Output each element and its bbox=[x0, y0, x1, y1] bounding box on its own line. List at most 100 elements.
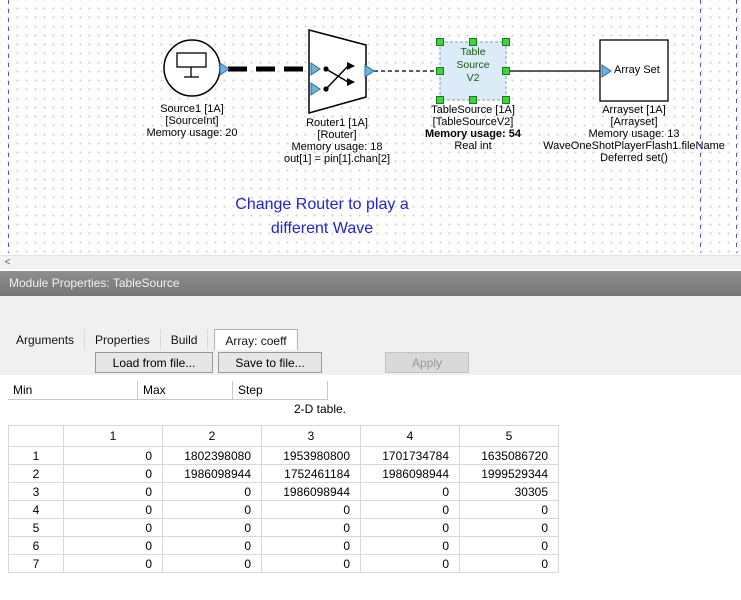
canvas-hscrollbar[interactable]: < bbox=[0, 255, 741, 269]
grid-cell[interactable]: 1986098944 bbox=[361, 465, 460, 483]
grid-row: 6 0 0 0 0 0 bbox=[9, 537, 559, 555]
coeff-grid[interactable]: 1 2 3 4 5 1 0 1802398080 1953980800 1701… bbox=[8, 425, 559, 573]
source-output-pin[interactable] bbox=[220, 63, 229, 75]
canvas-annotation[interactable]: Change Router to play a different Wave bbox=[235, 193, 408, 241]
router-module[interactable] bbox=[309, 30, 374, 113]
module-properties-header: Module Properties: TableSource bbox=[0, 271, 741, 296]
grid-cell[interactable]: 0 bbox=[163, 537, 262, 555]
grid-cell[interactable]: 0 bbox=[361, 537, 460, 555]
grid-col-header[interactable]: 4 bbox=[361, 426, 460, 447]
tablesource-block-label[interactable]: Table Source V2 bbox=[456, 46, 489, 85]
grid-cell[interactable]: 0 bbox=[262, 537, 361, 555]
grid-cell[interactable]: 0 bbox=[163, 555, 262, 573]
design-canvas[interactable]: Table Source V2 Array Set Source1 [1A] [… bbox=[0, 0, 741, 255]
grid-cell[interactable]: 0 bbox=[262, 501, 361, 519]
caption-line: [Router] bbox=[284, 129, 390, 141]
grid-row-header[interactable]: 2 bbox=[9, 465, 64, 483]
selection-handle[interactable] bbox=[437, 68, 444, 75]
router-output-pin[interactable] bbox=[365, 65, 374, 77]
grid-cell[interactable]: 0 bbox=[163, 501, 262, 519]
grid-cell[interactable]: 0 bbox=[361, 483, 460, 501]
caption-line: TableSource [1A] bbox=[425, 104, 521, 116]
grid-col-header[interactable]: 1 bbox=[64, 426, 163, 447]
source-icon-rect bbox=[177, 53, 206, 67]
grid-cell[interactable]: 0 bbox=[64, 519, 163, 537]
grid-cell[interactable]: 0 bbox=[460, 501, 559, 519]
selection-handle[interactable] bbox=[503, 97, 510, 104]
apply-button[interactable]: Apply bbox=[385, 352, 469, 373]
grid-cell[interactable]: 0 bbox=[163, 483, 262, 501]
source-module[interactable] bbox=[164, 40, 229, 96]
grid-cell[interactable]: 0 bbox=[262, 519, 361, 537]
page-boundary-guide bbox=[700, 0, 701, 253]
grid-row-header[interactable]: 3 bbox=[9, 483, 64, 501]
arrayset-block-label[interactable]: Array Set bbox=[614, 64, 660, 76]
grid-corner-cell bbox=[9, 426, 64, 447]
grid-row: 7 0 0 0 0 0 bbox=[9, 555, 559, 573]
caption-line: [TableSourceV2] bbox=[425, 116, 521, 128]
grid-cell[interactable]: 1986098944 bbox=[262, 483, 361, 501]
source-body[interactable] bbox=[164, 40, 220, 96]
grid-cell[interactable]: 1953980800 bbox=[262, 447, 361, 465]
grid-cell[interactable]: 0 bbox=[262, 555, 361, 573]
grid-row-header[interactable]: 7 bbox=[9, 555, 64, 573]
grid-cell[interactable]: 0 bbox=[460, 537, 559, 555]
table-caption: 2-D table. bbox=[294, 402, 346, 416]
grid-cell[interactable]: 0 bbox=[163, 519, 262, 537]
caption-line: Memory usage: 18 bbox=[284, 141, 390, 153]
grid-row: 2 0 1986098944 1752461184 1986098944 199… bbox=[9, 465, 559, 483]
grid-row-header[interactable]: 5 bbox=[9, 519, 64, 537]
grid-cell[interactable]: 0 bbox=[460, 519, 559, 537]
selection-handle[interactable] bbox=[470, 97, 477, 104]
load-from-file-button[interactable]: Load from file... bbox=[95, 352, 213, 373]
tab-properties[interactable]: Properties bbox=[85, 329, 161, 350]
grid-cell[interactable]: 1635086720 bbox=[460, 447, 559, 465]
grid-cell[interactable]: 0 bbox=[64, 465, 163, 483]
grid-cell[interactable]: 0 bbox=[361, 501, 460, 519]
grid-col-header[interactable]: 5 bbox=[460, 426, 559, 447]
grid-cell[interactable]: 0 bbox=[64, 501, 163, 519]
scroll-left-button[interactable]: < bbox=[0, 256, 15, 269]
grid-cell[interactable]: 0 bbox=[64, 537, 163, 555]
grid-header-row: 1 2 3 4 5 bbox=[9, 426, 559, 447]
caption-line: WaveOneShotPlayerFlash1.fileName bbox=[543, 140, 725, 152]
grid-cell[interactable]: 1986098944 bbox=[163, 465, 262, 483]
grid-cell[interactable]: 1752461184 bbox=[262, 465, 361, 483]
tab-arguments[interactable]: Arguments bbox=[6, 329, 85, 350]
selection-handle[interactable] bbox=[503, 39, 510, 46]
annotation-line: Change Router to play a bbox=[235, 193, 408, 217]
caption-line: Arrayset [1A] bbox=[543, 104, 725, 116]
selection-handle[interactable] bbox=[470, 39, 477, 46]
grid-col-header[interactable]: 3 bbox=[262, 426, 361, 447]
grid-row-header[interactable]: 6 bbox=[9, 537, 64, 555]
grid-cell[interactable]: 1999529344 bbox=[460, 465, 559, 483]
grid-cell[interactable]: 1802398080 bbox=[163, 447, 262, 465]
tab-array-coeff[interactable]: Array: coeff bbox=[214, 329, 297, 350]
grid-row-header[interactable]: 4 bbox=[9, 501, 64, 519]
block-label-line: Table bbox=[456, 46, 489, 59]
selection-handle[interactable] bbox=[437, 97, 444, 104]
block-label-line: V2 bbox=[456, 72, 489, 85]
grid-cell[interactable]: 1701734784 bbox=[361, 447, 460, 465]
selection-handle[interactable] bbox=[503, 68, 510, 75]
grid-row: 5 0 0 0 0 0 bbox=[9, 519, 559, 537]
module-properties-panel: Arguments Properties Build Array: coeff … bbox=[0, 296, 741, 375]
grid-cell[interactable]: 0 bbox=[460, 555, 559, 573]
annotation-line: different Wave bbox=[235, 217, 408, 241]
router-body[interactable] bbox=[309, 30, 366, 113]
grid-cell[interactable]: 0 bbox=[64, 447, 163, 465]
grid-cell[interactable]: 0 bbox=[361, 519, 460, 537]
caption-line: [SourceInt] bbox=[146, 115, 237, 127]
tab-build[interactable]: Build bbox=[161, 329, 209, 350]
caption-line: Memory usage: 13 bbox=[543, 128, 725, 140]
grid-col-header[interactable]: 2 bbox=[163, 426, 262, 447]
grid-row-header[interactable]: 1 bbox=[9, 447, 64, 465]
arrayset-caption: Arrayset [1A] [Arrayset] Memory usage: 1… bbox=[543, 104, 725, 164]
save-to-file-button[interactable]: Save to file... bbox=[218, 352, 322, 373]
grid-cell[interactable]: 30305 bbox=[460, 483, 559, 501]
grid-cell[interactable]: 0 bbox=[64, 483, 163, 501]
grid-cell[interactable]: 0 bbox=[361, 555, 460, 573]
grid-row: 1 0 1802398080 1953980800 1701734784 163… bbox=[9, 447, 559, 465]
grid-cell[interactable]: 0 bbox=[64, 555, 163, 573]
selection-handle[interactable] bbox=[437, 39, 444, 46]
